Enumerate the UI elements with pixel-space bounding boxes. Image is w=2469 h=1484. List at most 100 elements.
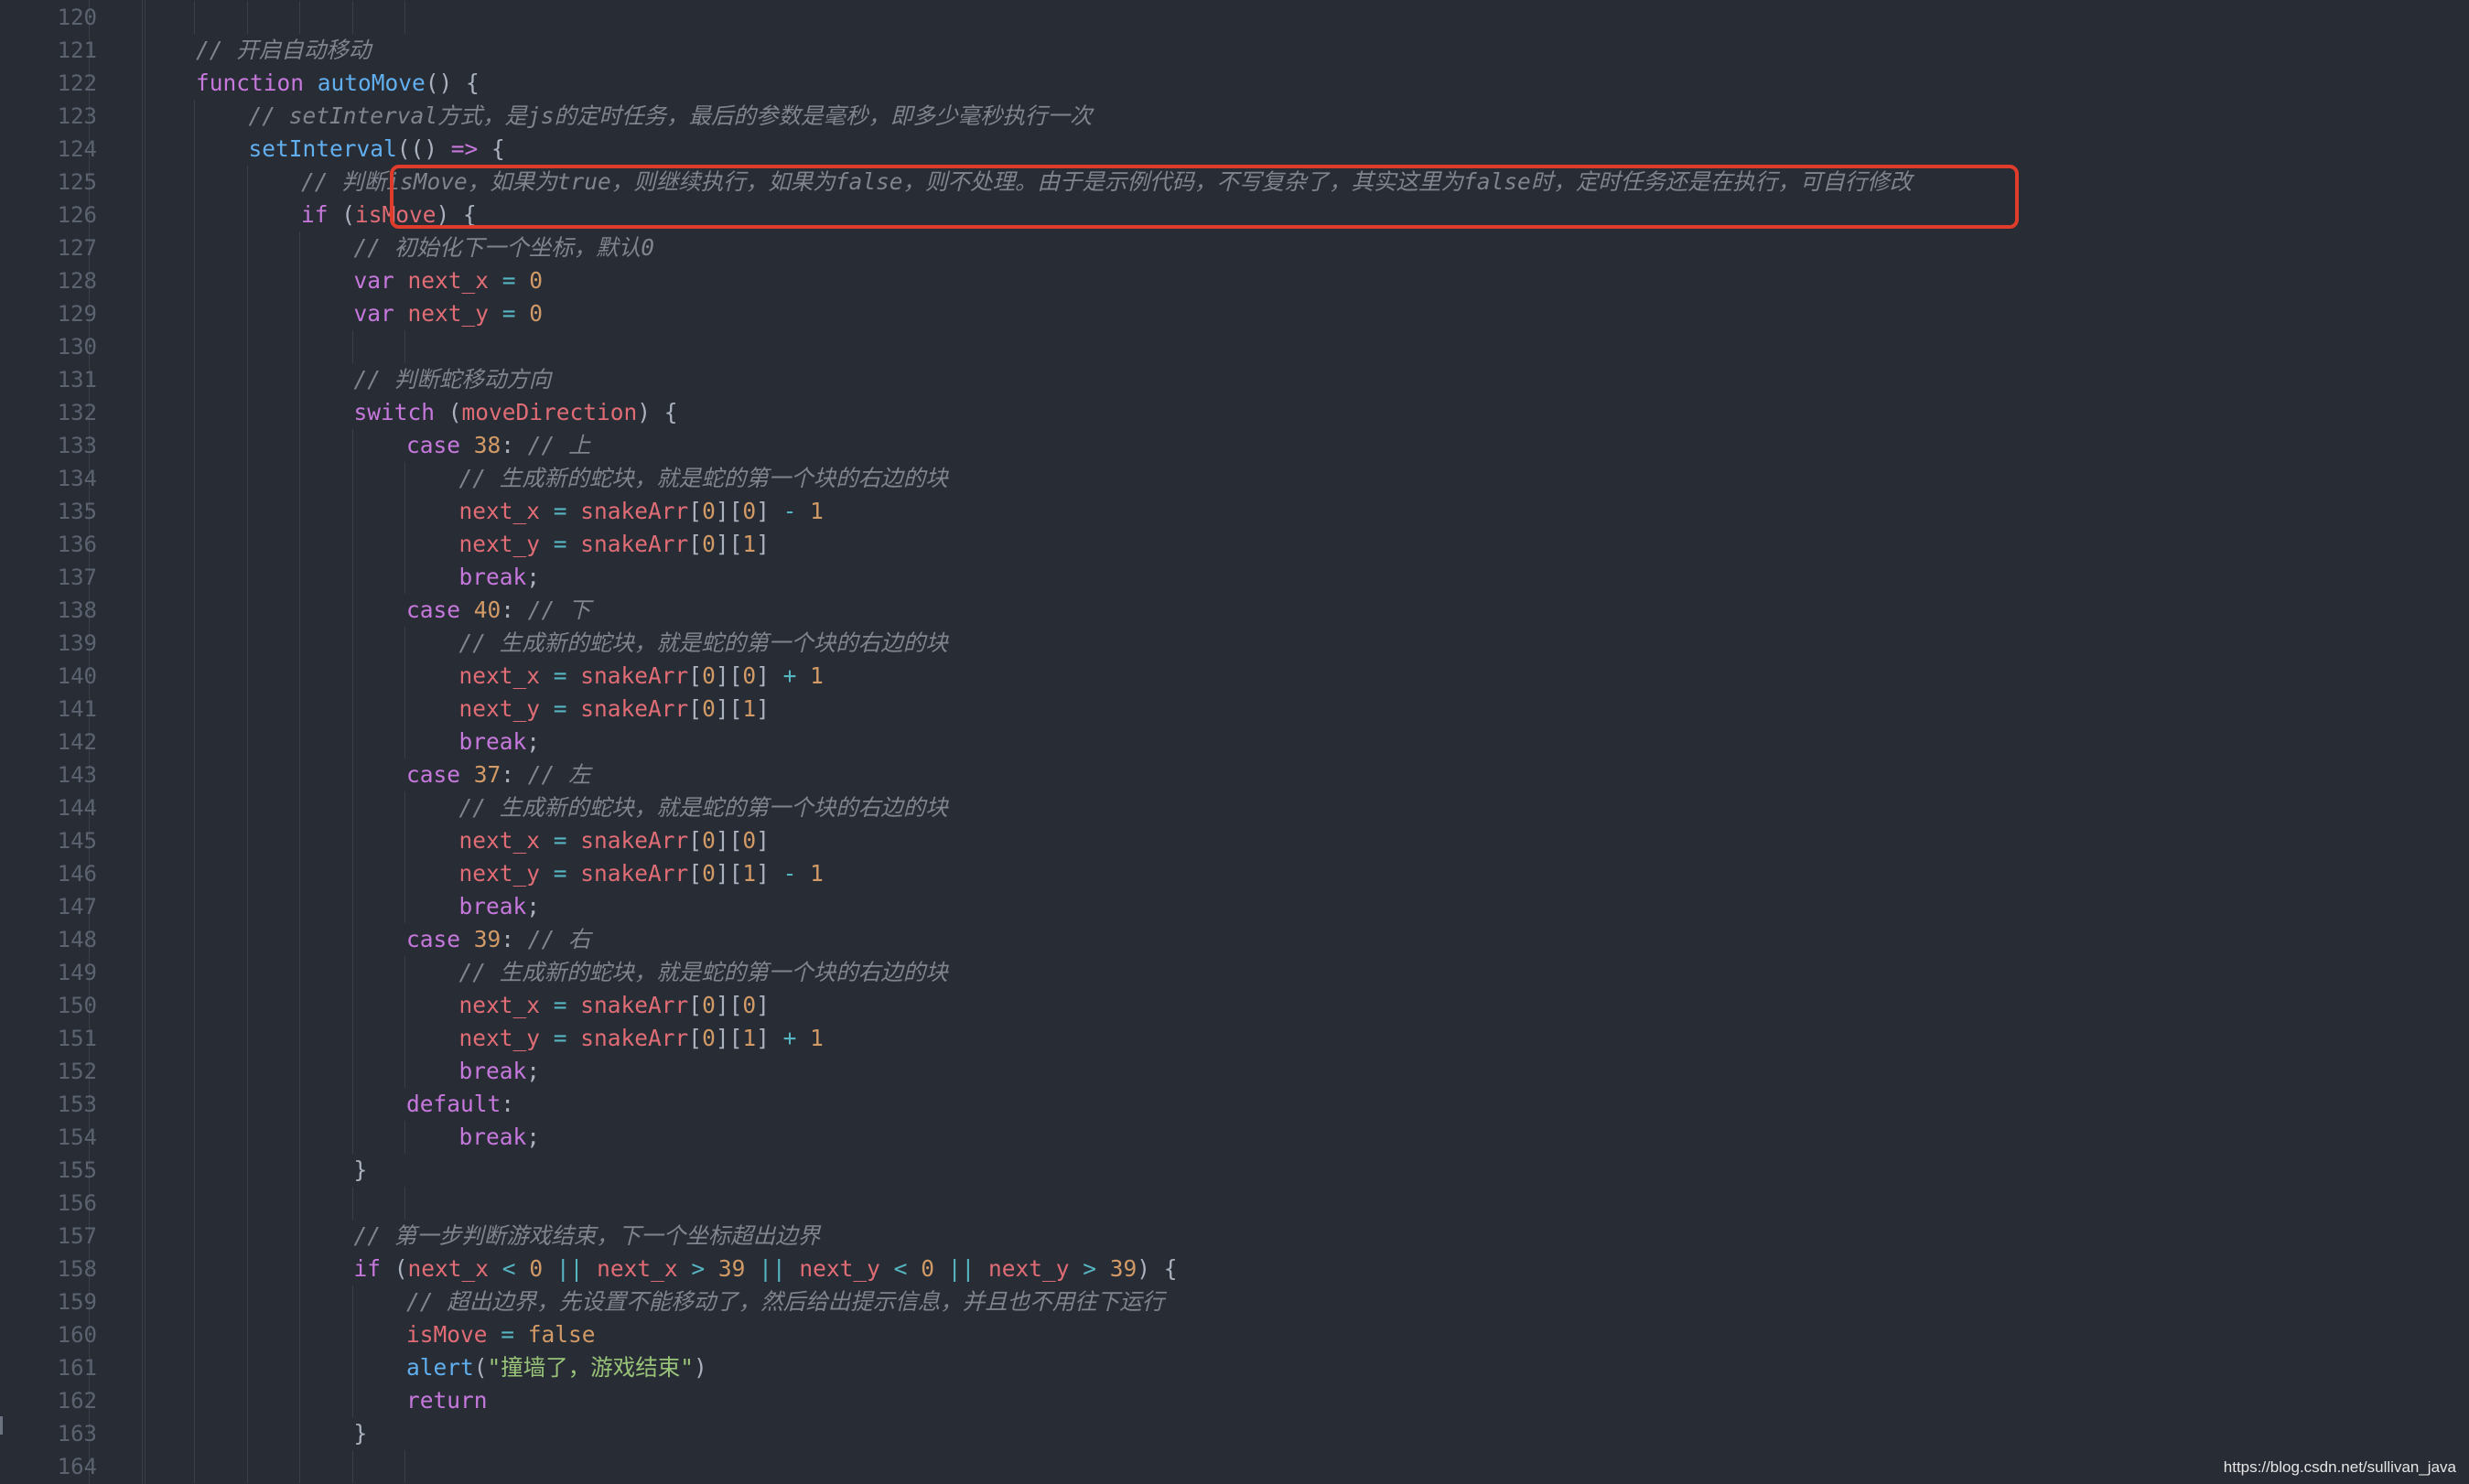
code-token: // 生成新的蛇块，就是蛇的第一个块的右边的块 — [458, 794, 948, 821]
code-text[interactable]: var next_x = 0 — [354, 264, 544, 297]
code-text[interactable]: if (next_x < 0 || next_x > 39 || next_y … — [354, 1253, 1178, 1285]
code-text[interactable]: isMove = false — [406, 1318, 596, 1351]
code-line[interactable]: 130 — [0, 330, 2469, 363]
code-line[interactable]: 132 switch (moveDirection) { — [0, 396, 2469, 429]
code-text[interactable]: function autoMove() { — [196, 67, 480, 100]
code-line[interactable]: 124 setInterval(() => { — [0, 133, 2469, 166]
code-text[interactable]: break; — [459, 1055, 541, 1088]
code-line[interactable]: 138 case 40: // 下 — [0, 594, 2469, 627]
code-line[interactable]: 131 // 判断蛇移动方向 — [0, 363, 2469, 396]
code-text[interactable]: next_x = snakeArr[0][0] — [459, 989, 770, 1022]
code-text[interactable]: // 开启自动移动 — [196, 34, 371, 67]
code-line[interactable]: 144 // 生成新的蛇块，就是蛇的第一个块的右边的块 — [0, 791, 2469, 824]
code-text[interactable]: var next_y = 0 — [354, 297, 544, 330]
code-text[interactable]: switch (moveDirection) { — [354, 396, 678, 429]
code-text[interactable]: alert("撞墙了，游戏结束") — [406, 1351, 707, 1384]
code-text[interactable]: case 38: // 上 — [406, 429, 591, 462]
code-line[interactable]: 159 // 超出边界，先设置不能移动了，然后给出提示信息，并且也不用往下运行 — [0, 1285, 2469, 1318]
code-line[interactable]: 154 break; — [0, 1121, 2469, 1154]
code-line[interactable]: 162 return — [0, 1384, 2469, 1417]
line-number: 141 — [57, 696, 97, 722]
code-line[interactable]: 128 var next_x = 0 — [0, 264, 2469, 297]
code-line[interactable]: 141 next_y = snakeArr[0][1] — [0, 693, 2469, 726]
code-text[interactable]: // 第一步判断游戏结束，下一个坐标超出边界 — [354, 1220, 821, 1253]
code-line[interactable]: 122 function autoMove() { — [0, 67, 2469, 100]
code-token: snakeArr — [580, 1025, 689, 1051]
code-text[interactable]: next_y = snakeArr[0][1] + 1 — [459, 1022, 824, 1055]
code-line[interactable]: 164 — [0, 1450, 2469, 1483]
code-text[interactable]: } — [354, 1154, 368, 1187]
code-text[interactable]: break; — [459, 561, 541, 594]
code-line[interactable]: 142 break; — [0, 726, 2469, 758]
code-line[interactable]: 152 break; — [0, 1055, 2469, 1088]
code-editor[interactable]: 120 121// 开启自动移动 122 function autoMove() {1… — [0, 0, 2469, 1484]
code-text[interactable]: next_y = snakeArr[0][1] - 1 — [459, 857, 824, 890]
code-token: [ — [688, 695, 703, 722]
code-line[interactable]: 134 // 生成新的蛇块，就是蛇的第一个块的右边的块 — [0, 462, 2469, 495]
code-text[interactable]: // 生成新的蛇块，就是蛇的第一个块的右边的块 — [459, 627, 948, 660]
code-line[interactable]: 150 next_x = snakeArr[0][0] — [0, 989, 2469, 1022]
code-token: 1 — [742, 860, 757, 887]
code-line[interactable]: 146 next_y = snakeArr[0][1] - 1 — [0, 857, 2469, 890]
code-text[interactable]: // 初始化下一个坐标，默认0 — [354, 231, 655, 264]
code-line[interactable]: 139 // 生成新的蛇块，就是蛇的第一个块的右边的块 — [0, 627, 2469, 660]
code-text[interactable]: // 判断蛇移动方向 — [354, 363, 552, 396]
code-line[interactable]: 145 next_x = snakeArr[0][0] — [0, 824, 2469, 857]
code-line[interactable]: 158 if (next_x < 0 || next_x > 39 || next… — [0, 1253, 2469, 1285]
code-line[interactable]: 147 break; — [0, 890, 2469, 923]
code-text[interactable]: break; — [459, 1121, 541, 1154]
code-text[interactable]: setInterval(() => { — [249, 133, 505, 166]
code-line[interactable]: 127 // 初始化下一个坐标，默认0 — [0, 231, 2469, 264]
code-text[interactable]: // setInterval方式，是js的定时任务，最后的参数是毫秒，即多少毫秒… — [249, 100, 1093, 133]
code-text[interactable]: // 生成新的蛇块，就是蛇的第一个块的右边的块 — [459, 462, 948, 495]
code-line[interactable]: 129 var next_y = 0 — [0, 297, 2469, 330]
code-token: 39 — [717, 1255, 746, 1282]
code-token: ][ — [715, 992, 743, 1018]
code-line[interactable]: 143 case 37: // 左 — [0, 758, 2469, 791]
code-text[interactable]: default: — [406, 1088, 514, 1121]
code-text[interactable]: next_y = snakeArr[0][1] — [459, 693, 770, 726]
line-number: 156 — [57, 1190, 97, 1216]
code-line[interactable]: 135 next_x = snakeArr[0][0] - 1 — [0, 495, 2469, 528]
code-token: ] — [756, 531, 770, 557]
code-line[interactable]: 123 // setInterval方式，是js的定时任务，最后的参数是毫秒，即多… — [0, 100, 2469, 133]
code-text[interactable]: next_x = snakeArr[0][0] — [459, 824, 770, 857]
code-line[interactable]: 136 next_y = snakeArr[0][1] — [0, 528, 2469, 561]
line-number: 149 — [57, 960, 97, 985]
code-line[interactable]: 156 — [0, 1187, 2469, 1220]
code-text[interactable]: // 生成新的蛇块，就是蛇的第一个块的右边的块 — [459, 956, 948, 989]
code-line[interactable]: 137 break; — [0, 561, 2469, 594]
code-token: break — [458, 564, 527, 590]
line-number: 139 — [57, 630, 97, 656]
code-text[interactable]: case 37: // 左 — [406, 758, 591, 791]
code-line[interactable]: 120 — [0, 1, 2469, 34]
code-text[interactable]: next_y = snakeArr[0][1] — [459, 528, 770, 561]
code-line[interactable]: 153 default: — [0, 1088, 2469, 1121]
code-line[interactable]: 160 isMove = false — [0, 1318, 2469, 1351]
code-line[interactable]: 161 alert("撞墙了，游戏结束") — [0, 1351, 2469, 1384]
code-text[interactable]: // 超出边界，先设置不能移动了，然后给出提示信息，并且也不用往下运行 — [406, 1285, 1164, 1318]
code-text[interactable]: break; — [459, 726, 541, 758]
code-line[interactable]: 133 case 38: // 上 — [0, 429, 2469, 462]
code-line[interactable]: 151 next_y = snakeArr[0][1] + 1 — [0, 1022, 2469, 1055]
code-text[interactable]: next_x = snakeArr[0][0] - 1 — [459, 495, 824, 528]
code-line[interactable]: 148 case 39: // 右 — [0, 923, 2469, 956]
code-line[interactable]: 140 next_x = snakeArr[0][0] + 1 — [0, 660, 2469, 693]
code-text[interactable]: next_x = snakeArr[0][0] + 1 — [459, 660, 824, 693]
code-line[interactable]: 149 // 生成新的蛇块，就是蛇的第一个块的右边的块 — [0, 956, 2469, 989]
code-token: ][ — [715, 860, 743, 887]
code-text[interactable]: break; — [459, 890, 541, 923]
code-token: case — [406, 432, 474, 458]
code-line[interactable]: 157 // 第一步判断游戏结束，下一个坐标超出边界 — [0, 1220, 2469, 1253]
code-text[interactable]: // 生成新的蛇块，就是蛇的第一个块的右边的块 — [459, 791, 948, 824]
code-text[interactable]: return — [406, 1384, 488, 1417]
code-text[interactable]: case 39: // 右 — [406, 923, 591, 956]
code-text[interactable]: case 40: // 下 — [406, 594, 591, 627]
code-line[interactable]: 155} — [0, 1154, 2469, 1187]
code-token: || — [933, 1255, 988, 1282]
code-text[interactable]: } — [354, 1417, 368, 1450]
code-line[interactable]: 121 // 开启自动移动 — [0, 34, 2469, 67]
code-line[interactable]: 163} — [0, 1417, 2469, 1450]
code-token: 37 — [473, 761, 501, 788]
code-token: moveDirection — [461, 399, 638, 425]
